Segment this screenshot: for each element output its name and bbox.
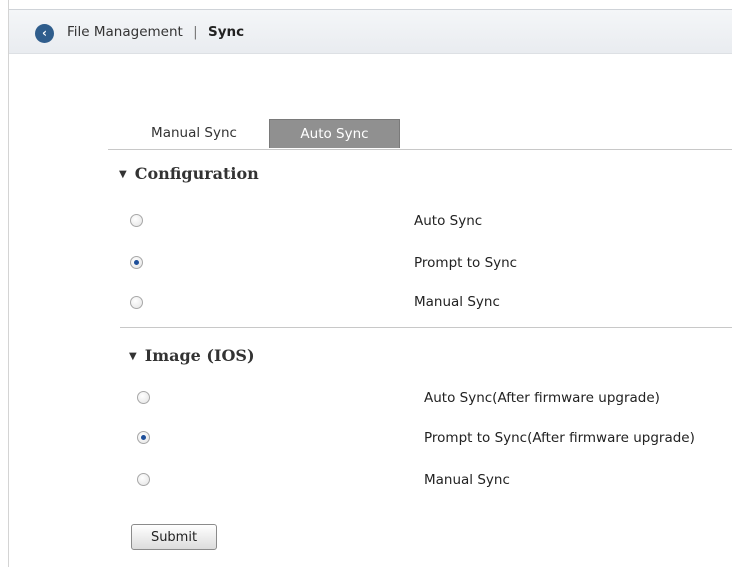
- image-manual-sync-radio[interactable]: [137, 473, 150, 486]
- tab-divider: [108, 149, 732, 150]
- breadcrumb: File Management | Sync: [67, 24, 244, 40]
- section-divider: [120, 327, 732, 328]
- image-prompt-sync-radio[interactable]: [137, 431, 150, 444]
- config-auto-sync-label: Auto Sync: [414, 213, 483, 229]
- sync-page: ‹ File Management | Sync Manual Sync Aut…: [0, 0, 732, 567]
- image-manual-sync-label: Manual Sync: [424, 472, 510, 488]
- page-header: ‹ File Management | Sync: [9, 9, 732, 54]
- triangle-down-icon: ▼: [129, 351, 137, 362]
- breadcrumb-parent[interactable]: File Management: [67, 24, 183, 40]
- image-auto-sync-label: Auto Sync(After firmware upgrade): [424, 390, 660, 406]
- back-button[interactable]: ‹: [35, 24, 54, 43]
- image-prompt-sync-label: Prompt to Sync(After firmware upgrade): [424, 430, 695, 446]
- config-manual-sync-label: Manual Sync: [414, 294, 500, 310]
- triangle-down-icon: ▼: [119, 169, 127, 180]
- config-auto-sync-radio[interactable]: [130, 214, 143, 227]
- breadcrumb-separator: |: [193, 24, 198, 40]
- chevron-left-icon: ‹: [42, 26, 47, 40]
- image-ios-title: Image (IOS): [144, 346, 255, 365]
- submit-button[interactable]: Submit: [131, 524, 217, 550]
- configuration-title: Configuration: [134, 164, 259, 183]
- config-prompt-sync-radio[interactable]: [130, 256, 143, 269]
- breadcrumb-current: Sync: [207, 24, 245, 40]
- configuration-section-header[interactable]: ▼ Configuration: [119, 164, 259, 183]
- config-manual-sync-radio[interactable]: [130, 296, 143, 309]
- left-border: [8, 0, 9, 567]
- config-prompt-sync-label: Prompt to Sync: [414, 255, 518, 271]
- image-ios-section-header[interactable]: ▼ Image (IOS): [129, 346, 255, 365]
- tab-auto-sync[interactable]: Auto Sync: [269, 119, 400, 148]
- image-auto-sync-radio[interactable]: [137, 391, 150, 404]
- tab-manual-sync[interactable]: Manual Sync: [124, 119, 264, 148]
